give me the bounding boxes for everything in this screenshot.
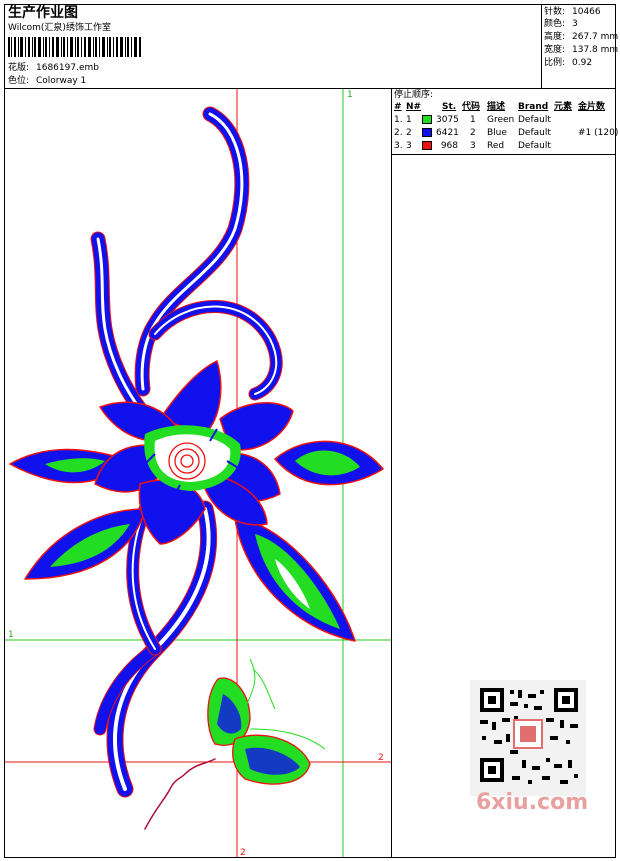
- col-brand: Brand: [518, 102, 549, 112]
- page-title: 生产作业图: [8, 5, 78, 21]
- design-file: 1686197.emb: [36, 63, 99, 73]
- colorway-name: Colorway 1: [36, 76, 87, 86]
- colorway-label: 色位:: [8, 76, 30, 86]
- table-divider: [391, 154, 616, 155]
- cell-n: 3: [406, 141, 412, 151]
- cell-st: 3075: [436, 115, 459, 125]
- guide-green-left-label: 1: [8, 630, 14, 640]
- barcode: [8, 37, 141, 57]
- cell-n: 1: [406, 115, 412, 125]
- embroidery-canvas: 1 1 2 2: [5, 89, 391, 857]
- guide-green-top-label: 1: [347, 90, 353, 100]
- scale-value: 0.92: [572, 58, 593, 68]
- stitches-label: 针数:: [544, 7, 566, 17]
- colors-value: 3: [572, 19, 578, 29]
- table-row: 1. 1 3075 1 Green Default: [392, 114, 614, 126]
- stats-divider: [541, 4, 542, 88]
- height-label: 高度:: [544, 32, 566, 42]
- cell-brand: Default: [518, 141, 551, 151]
- col-code: 代码: [462, 102, 481, 112]
- height-value: 267.7 mm: [572, 32, 619, 42]
- colors-label: 颜色:: [544, 19, 566, 29]
- scale-label: 比例:: [544, 58, 566, 68]
- butterfly-antenna-3: [252, 668, 276, 710]
- cell-st: 968: [440, 141, 458, 151]
- table-row: 3. 3 968 3 Red Default: [392, 140, 614, 152]
- cell-st: 6421: [436, 128, 459, 138]
- cell-brand: Default: [518, 115, 551, 125]
- col-st: St.: [442, 102, 457, 112]
- design-label: 花版:: [8, 63, 30, 73]
- cell-desc: Blue: [487, 128, 507, 138]
- col-element: 元素: [554, 102, 573, 112]
- width-label: 宽度:: [544, 45, 566, 55]
- col-sequins: 金片数: [578, 102, 606, 112]
- watermark-text: 6xiu.com: [476, 790, 589, 815]
- guide-red-right-label: 2: [378, 753, 384, 763]
- cell-code: 2: [470, 128, 476, 138]
- table-row: 2. 2 6421 2 Blue Default #1 (120): [392, 127, 619, 139]
- cell-desc: Red: [487, 141, 505, 151]
- cell-code: 1: [470, 115, 476, 125]
- stitches-value: 10466: [572, 7, 601, 17]
- cell-n: 2: [406, 128, 412, 138]
- cell-sequins: #1 (120): [578, 128, 619, 138]
- color-swatch: [422, 115, 432, 124]
- guide-red-bottom-label: 2: [240, 848, 246, 857]
- company-name: Wilcom(汇泉)绣饰工作室: [8, 23, 111, 33]
- cell-desc: Green: [487, 115, 515, 125]
- col-n: N#: [406, 102, 422, 112]
- width-value: 137.8 mm: [572, 45, 619, 55]
- cell-code: 3: [470, 141, 476, 151]
- table-header: # N# St. 代码 描述 Brand 元素 金片数: [392, 101, 614, 113]
- color-swatch: [422, 128, 432, 137]
- cell-num: 1.: [394, 115, 403, 125]
- canvas-divider: [391, 88, 392, 858]
- qr-code: [470, 680, 586, 796]
- color-swatch: [422, 141, 432, 150]
- cell-num: 2.: [394, 128, 403, 138]
- stop-sequence-title: 停止顺序:: [394, 90, 434, 100]
- squiggle-thread: [144, 758, 216, 830]
- col-hash: #: [394, 102, 402, 112]
- cell-brand: Default: [518, 128, 551, 138]
- cell-num: 3.: [394, 141, 403, 151]
- butterfly: [207, 658, 326, 785]
- col-desc: 描述: [487, 102, 506, 112]
